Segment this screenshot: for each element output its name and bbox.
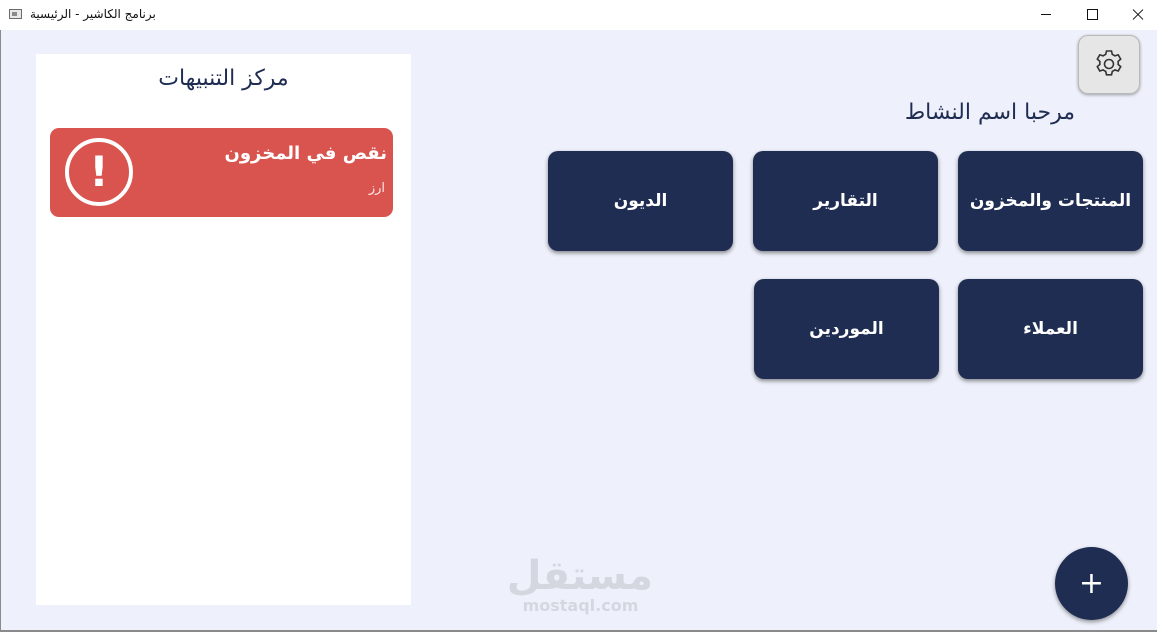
window-title: برنامج الكاشير - الرئيسية xyxy=(30,7,156,21)
app-window-icon xyxy=(9,9,22,19)
close-button[interactable] xyxy=(1115,0,1157,30)
maximize-button[interactable] xyxy=(1069,0,1115,30)
settings-button[interactable] xyxy=(1078,35,1140,94)
alert-title: نقص في المخزون xyxy=(224,143,387,164)
alert-detail: ارز xyxy=(368,181,385,196)
title-bar: برنامج الكاشير - الرئيسية xyxy=(0,0,1157,30)
watermark-arabic: مستقل xyxy=(506,553,653,599)
customers-button[interactable]: العملاء xyxy=(958,279,1143,379)
products-inventory-button[interactable]: المنتجات والمخزون xyxy=(958,151,1143,251)
window-left-border xyxy=(0,30,1,630)
add-button[interactable]: + xyxy=(1055,547,1128,620)
debts-button[interactable]: الديون xyxy=(548,151,733,251)
reports-button[interactable]: التقارير xyxy=(753,151,938,251)
minimize-button[interactable] xyxy=(1023,0,1069,30)
gear-icon xyxy=(1096,50,1122,76)
watermark: مستقل mostaql.com xyxy=(506,553,653,616)
suppliers-button[interactable]: الموردين xyxy=(754,279,939,379)
welcome-heading: مرحبا اسم النشاط xyxy=(904,100,1075,125)
plus-icon: + xyxy=(1078,566,1105,601)
notification-center-title: مركز التنبيهات xyxy=(158,66,289,91)
watermark-latin: mostaql.com xyxy=(522,596,639,615)
exclamation-icon: ! xyxy=(65,138,133,206)
alert-card-low-stock[interactable]: ! نقص في المخزون ارز xyxy=(50,128,393,217)
